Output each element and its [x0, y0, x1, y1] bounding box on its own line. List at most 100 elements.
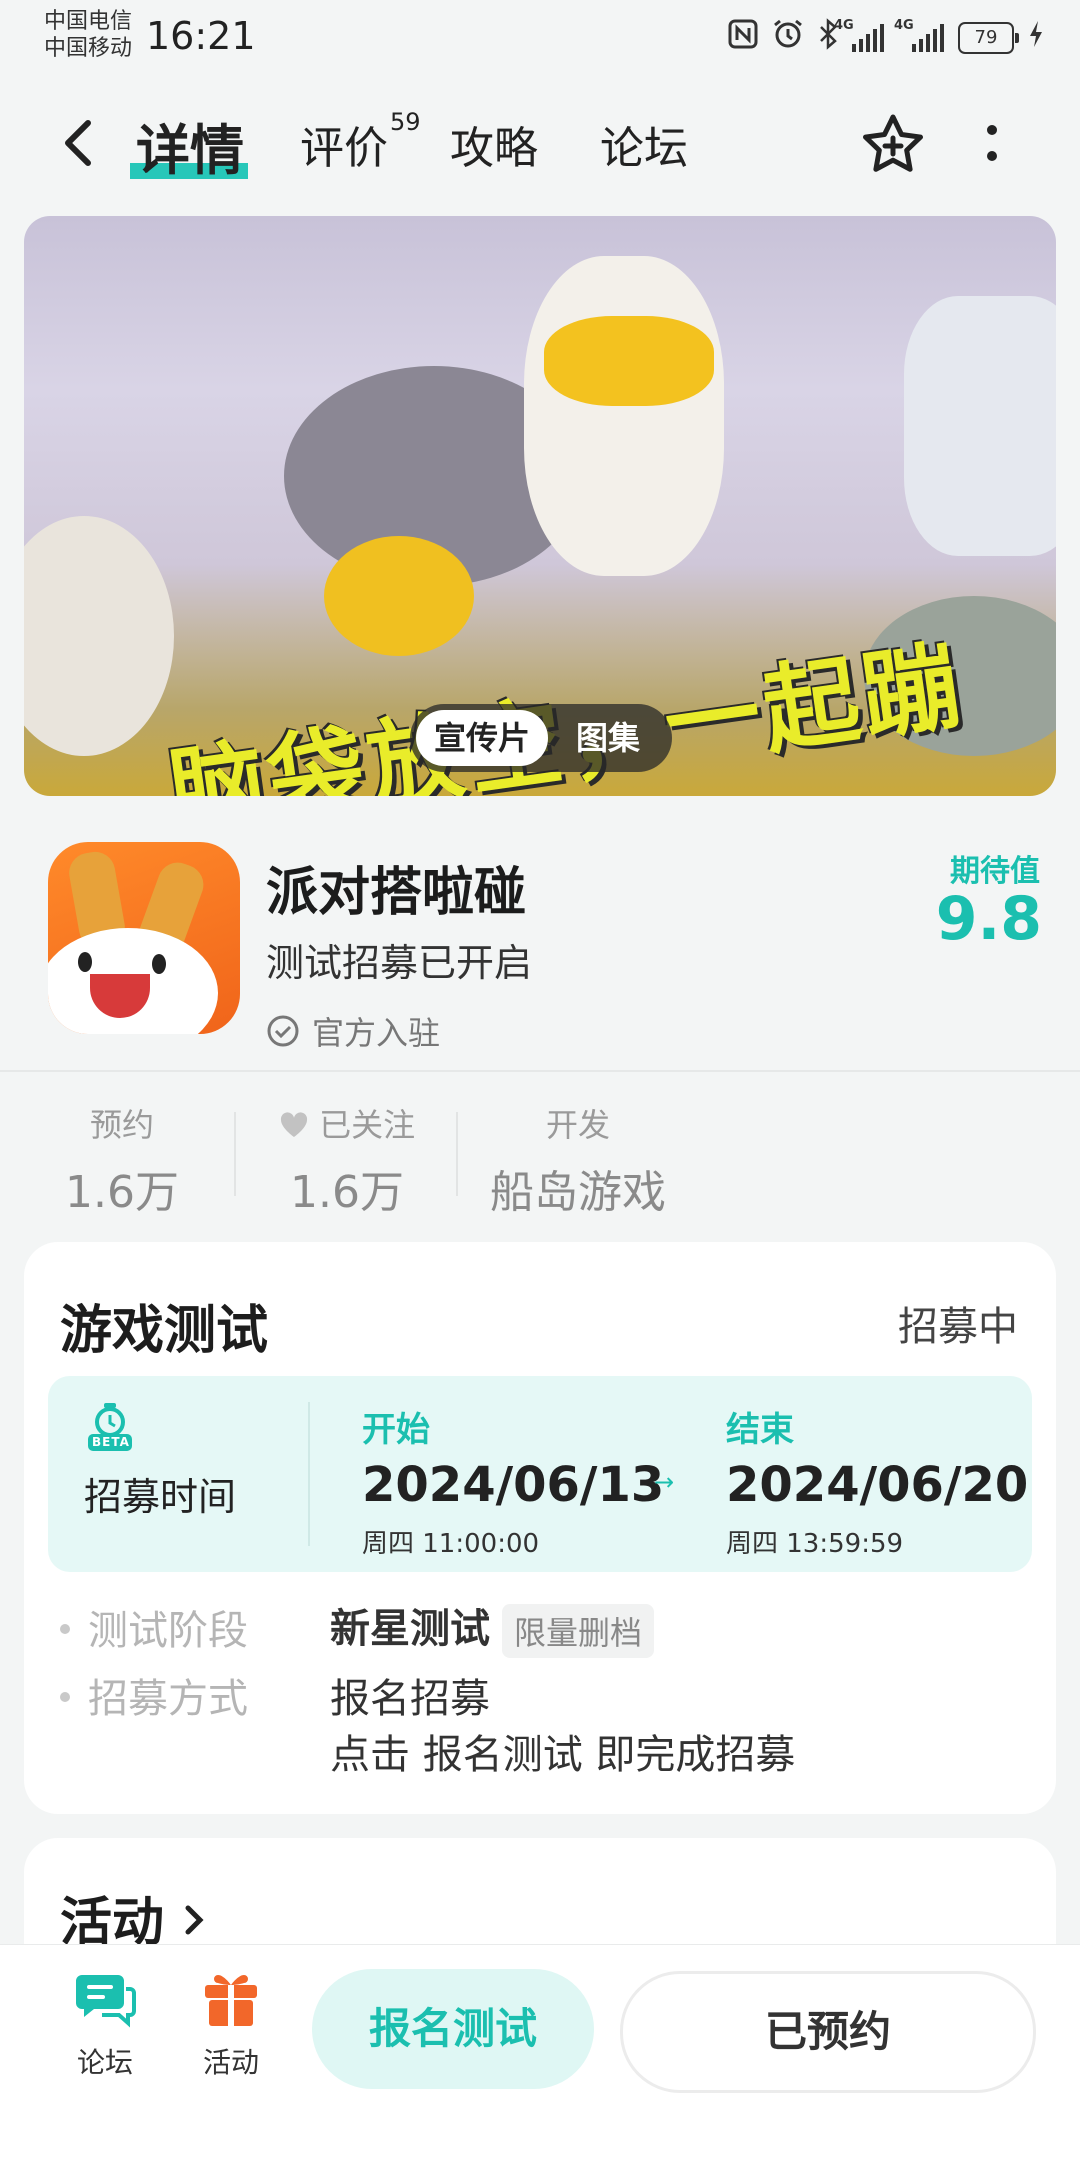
official-label: 官方入驻	[312, 1014, 441, 1052]
stat-developer[interactable]: 开发 船岛游戏	[478, 1100, 678, 1220]
bullet-dot	[60, 1624, 70, 1634]
beta-label: BETA	[92, 1435, 130, 1449]
carrier-2: 中国移动	[44, 36, 133, 61]
stat-reservations: 预约 1.6万	[62, 1100, 182, 1220]
test-stage-row: 测试阶段	[60, 1598, 248, 1656]
carrier-info: 中国电信 中国移动	[44, 8, 132, 62]
nfc-icon	[728, 19, 758, 56]
heart-icon	[280, 1112, 307, 1137]
game-subtitle: 测试招募已开启	[266, 941, 533, 985]
promo-banner[interactable]: 脑袋放空，一起蹦蹦！ 宣传片 图集	[24, 216, 1056, 796]
events-label: 活动	[202, 2046, 259, 2079]
game-app-icon	[48, 842, 240, 1034]
expectation-score: 9.8	[935, 884, 1042, 954]
charging-icon	[1028, 20, 1044, 55]
back-button[interactable]	[58, 118, 98, 168]
recruit-time-box: BETA 招募时间 开始 2024/06/13 周四 11:00:00 → 结束…	[48, 1376, 1032, 1572]
recruit-time-label: 招募时间	[84, 1475, 237, 1519]
game-title: 派对搭啦碰	[266, 863, 527, 923]
banner-art	[904, 296, 1056, 556]
events-shortcut[interactable]: 活动	[176, 1971, 286, 2081]
icon-art	[78, 952, 92, 972]
tab-reviews[interactable]: 评价 59	[300, 108, 421, 176]
more-vertical-icon	[987, 125, 997, 161]
clock: 16:21	[146, 14, 256, 58]
battery-icon: 79	[958, 21, 1019, 54]
favorite-button[interactable]	[860, 112, 926, 178]
time-separator	[308, 1402, 310, 1546]
tab-forum[interactable]: 论坛	[600, 112, 688, 176]
stat-developer-value: 船岛游戏	[490, 1167, 666, 1218]
banner-art	[524, 256, 724, 576]
start-date: 2024/06/13	[362, 1457, 665, 1513]
forum-label: 论坛	[76, 2046, 133, 2079]
test-stage-chip: 限量删档	[502, 1604, 655, 1658]
signal-icon-2: 4G	[894, 18, 944, 52]
test-stage-value-wrap: 新星测试 限量删档	[330, 1596, 655, 1658]
chevron-right-icon	[185, 1905, 204, 1935]
arrow-right-icon: →	[654, 1468, 675, 1496]
test-stage-value: 新星测试	[330, 1606, 490, 1652]
start-heading: 开始	[362, 1410, 430, 1450]
tab-details[interactable]: 详情	[130, 106, 248, 185]
gift-icon	[205, 1975, 257, 2026]
join-test-button[interactable]: 报名测试	[312, 1969, 594, 2089]
game-test-card: 游戏测试 招募中 BETA 招募时间 开始 2024/06/13 周四 11:0…	[24, 1242, 1056, 1814]
top-nav: 详情 评价 59 攻略 论坛	[0, 100, 1080, 190]
stat-followers[interactable]: 已关注 1.6万	[272, 1100, 422, 1220]
signal-icon-1: 4G	[834, 18, 884, 52]
section-divider	[0, 1070, 1080, 1072]
more-options-button[interactable]	[985, 122, 999, 166]
stat-reservations-value: 1.6万	[65, 1167, 179, 1218]
stat-separator	[234, 1112, 236, 1196]
alarm-icon	[772, 18, 804, 57]
start-detail: 周四 11:00:00	[362, 1529, 540, 1559]
end-time: 结束 2024/06/20 周四 13:59:59	[726, 1402, 1028, 1560]
check-circle-icon	[267, 1015, 299, 1047]
tab-trailer[interactable]: 宣传片	[416, 710, 549, 766]
end-date: 2024/06/20	[726, 1457, 1029, 1513]
back-arrow-icon	[65, 120, 91, 166]
end-detail: 周四 13:59:59	[726, 1529, 904, 1559]
forum-chat-icon	[76, 1975, 136, 2028]
tab-reviews-label: 评价	[300, 123, 388, 174]
recruit-method-label: 招募方式	[88, 1676, 248, 1722]
recruit-method-value: 报名招募	[330, 1676, 490, 1722]
reviews-count-badge: 59	[390, 108, 421, 136]
tab-guides-label: 攻略	[450, 123, 538, 174]
recruit-method-hint: 点击 报名测试 即完成招募	[330, 1732, 796, 1778]
reserved-button[interactable]: 已预约	[620, 1971, 1036, 2093]
star-add-icon	[863, 114, 923, 172]
stat-followers-text: 已关注	[319, 1106, 416, 1144]
recruit-method-row: 招募方式	[60, 1666, 248, 1724]
stat-separator	[456, 1112, 458, 1196]
test-card-title: 游戏测试	[60, 1301, 269, 1361]
bullet-dot	[60, 1692, 70, 1702]
stat-followers-value: 1.6万	[290, 1167, 404, 1218]
beta-timer-icon: BETA	[86, 1402, 134, 1452]
banner-art	[24, 516, 174, 756]
icon-art	[152, 954, 166, 974]
start-time: 开始 2024/06/13 周四 11:00:00	[362, 1402, 664, 1560]
media-switcher: 宣传片 图集	[410, 704, 672, 772]
forum-shortcut[interactable]: 论坛	[50, 1971, 160, 2081]
tab-details-label: 详情	[136, 119, 244, 182]
official-badge: 官方入驻	[266, 1008, 440, 1054]
recruit-status: 招募中	[898, 1304, 1018, 1350]
test-stage-label: 测试阶段	[88, 1608, 248, 1654]
network-type-1: 4G	[834, 17, 854, 33]
status-bar: 中国电信 中国移动 16:21 4G 4G 79	[0, 0, 1080, 72]
bottom-action-bar: 论坛 活动 报名测试 已预约	[0, 1944, 1080, 2161]
tab-guides[interactable]: 攻略	[450, 112, 538, 176]
banner-art	[544, 316, 714, 406]
banner-art	[324, 536, 474, 656]
system-icons: 4G 4G 79	[728, 18, 1044, 57]
end-heading: 结束	[726, 1410, 794, 1450]
network-type-2: 4G	[894, 17, 914, 33]
carrier-1: 中国电信	[44, 9, 133, 34]
stat-developer-label: 开发	[545, 1106, 610, 1144]
tab-gallery[interactable]: 图集	[558, 710, 658, 766]
stat-followers-label: 已关注	[272, 1100, 422, 1146]
stat-reservations-label: 预约	[89, 1106, 154, 1144]
tab-forum-label: 论坛	[600, 123, 688, 174]
